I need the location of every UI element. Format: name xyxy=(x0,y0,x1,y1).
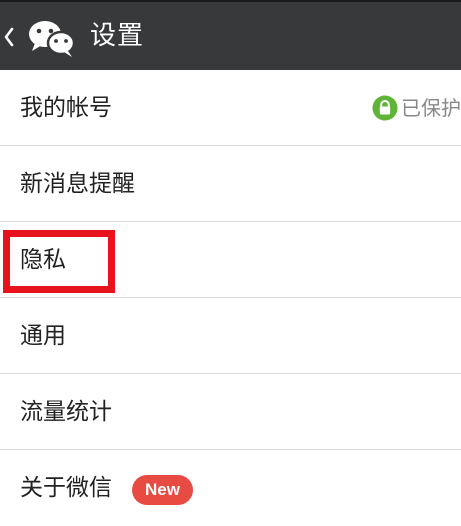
settings-item-notifications[interactable]: 新消息提醒 xyxy=(0,146,461,222)
settings-item-label: 通用 xyxy=(20,323,66,349)
settings-item-label: 流量统计 xyxy=(20,399,112,425)
settings-item-general[interactable]: 通用 xyxy=(0,298,461,374)
page-title: 设置 xyxy=(90,21,145,51)
settings-item-privacy[interactable]: 隐私 xyxy=(0,222,461,298)
title-bar: 设置 xyxy=(0,0,461,70)
lock-icon xyxy=(372,95,398,121)
settings-item-label: 新消息提醒 xyxy=(20,171,135,197)
settings-item-label: 我的帐号 xyxy=(20,95,112,121)
settings-item-label: 关于微信 xyxy=(20,475,112,501)
status-text: 已保护 xyxy=(401,96,461,120)
new-badge: New xyxy=(132,475,193,505)
settings-item-my-account[interactable]: 我的帐号 已保护 xyxy=(0,70,461,146)
settings-list: 我的帐号 已保护 新消息提醒 隐私 通用 流量统计 关于微信 New xyxy=(0,70,461,526)
settings-item-data-usage[interactable]: 流量统计 xyxy=(0,374,461,450)
account-status: 已保护 xyxy=(372,94,461,122)
settings-item-label: 隐私 xyxy=(20,247,66,273)
chevron-left-icon xyxy=(4,27,14,47)
settings-item-about[interactable]: 关于微信 New xyxy=(0,450,461,526)
wechat-logo-icon xyxy=(29,21,76,57)
back-button[interactable] xyxy=(0,18,84,58)
